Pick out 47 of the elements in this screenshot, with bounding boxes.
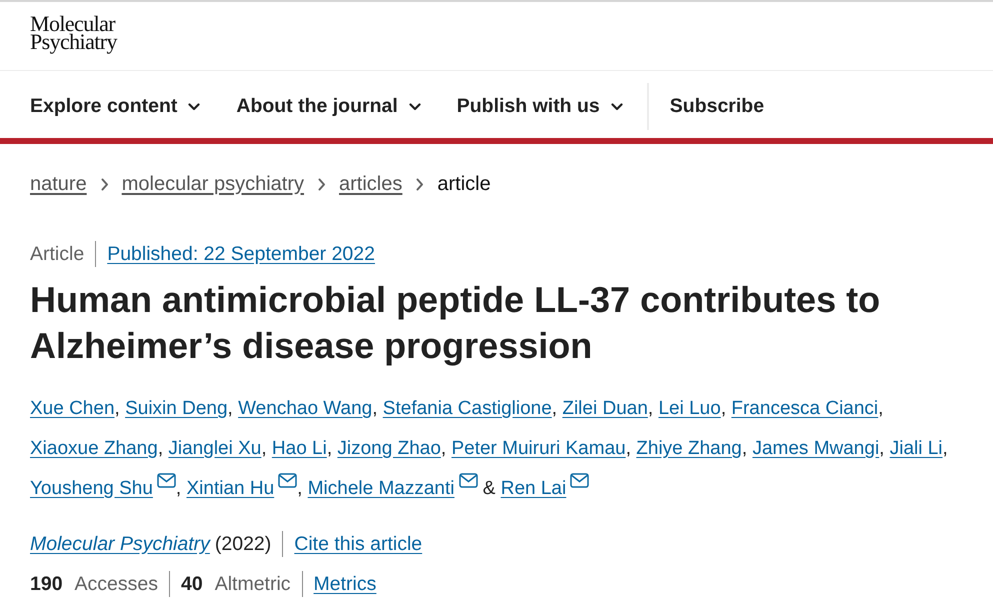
author-link[interactable]: Hao Li: [272, 438, 327, 459]
author-list: Xue Chen, Suixin Deng, Wenchao Wang, Stefania Castiglione, Zilei Duan, Lei Luo, Francesca Cianci, Xiaoxue Zhang, Jianglei Xu, Hao Li, Jizong Zhao, Peter Muiruri Kamau, Zhiye Zhang, James Mwangi, Jiali Li, Yousheng Shu , Xintian Hu , Michele Mazzanti & Ren Lai: [30, 389, 963, 509]
author-link[interactable]: Xintian Hu: [186, 478, 274, 499]
author-link[interactable]: Yousheng Shu: [30, 478, 153, 499]
nav-link[interactable]: Subscribe: [670, 95, 764, 118]
article-title: Human antimicrobial peptide LL-37 contributes to Alzheimer’s disease progression: [30, 278, 882, 368]
chevron-icon: [416, 178, 424, 190]
author-link[interactable]: Francesca Cianci: [731, 398, 878, 419]
nav-menu-button[interactable]: Publish with us: [456, 95, 623, 118]
author-link[interactable]: Jizong Zhao: [337, 438, 441, 459]
author-link[interactable]: Jianglei Xu: [168, 438, 262, 459]
published-date-link[interactable]: Published: 22 September 2022: [107, 242, 375, 266]
breadcrumb-current: article: [437, 172, 491, 196]
author-link[interactable]: Jiali Li: [890, 438, 943, 459]
author-link[interactable]: Lei Luo: [658, 398, 721, 419]
publication-year: (2022): [214, 532, 272, 556]
mail-icon[interactable]: [278, 473, 298, 488]
caret-icon: [408, 102, 421, 110]
author-link[interactable]: Suixin Deng: [125, 398, 228, 419]
journal-name-link[interactable]: Molecular Psychiatry: [30, 532, 210, 556]
mail-icon[interactable]: [156, 473, 176, 488]
author-link[interactable]: James Mwangi: [752, 438, 880, 459]
metric-count: 190 Accesses: [30, 572, 158, 596]
author-link[interactable]: Stefania Castiglione: [382, 398, 552, 419]
metric-count: 40 Altmetric: [181, 572, 291, 596]
cite-article-link[interactable]: Cite this article: [294, 532, 422, 556]
caret-icon: [188, 102, 200, 110]
author-link[interactable]: Xue Chen: [30, 398, 115, 419]
mail-icon[interactable]: [570, 473, 590, 488]
metrics-link[interactable]: Metrics: [314, 572, 376, 596]
author-link[interactable]: Wenchao Wang: [238, 398, 372, 419]
breadcrumb-link[interactable]: nature: [30, 172, 87, 196]
breadcrumb-link[interactable]: molecular psychiatry: [122, 172, 304, 196]
author-link[interactable]: Michele Mazzanti: [308, 478, 454, 499]
author-link[interactable]: Ren Lai: [500, 478, 566, 499]
author-link[interactable]: Peter Muiruri Kamau: [451, 438, 626, 459]
author-link[interactable]: Zhiye Zhang: [636, 438, 742, 459]
nav-menu-button[interactable]: Explore content: [30, 95, 200, 118]
caret-icon: [610, 102, 623, 110]
breadcrumb-link[interactable]: articles: [339, 172, 402, 196]
article-type: Article: [30, 242, 84, 266]
chevron-icon: [318, 178, 326, 190]
nav-menu-button[interactable]: About the journal: [236, 95, 421, 118]
author-link[interactable]: Zilei Duan: [562, 398, 648, 419]
author-link[interactable]: Xiaoxue Zhang: [30, 438, 158, 459]
mail-icon[interactable]: [458, 473, 478, 488]
chevron-icon: [100, 178, 109, 190]
